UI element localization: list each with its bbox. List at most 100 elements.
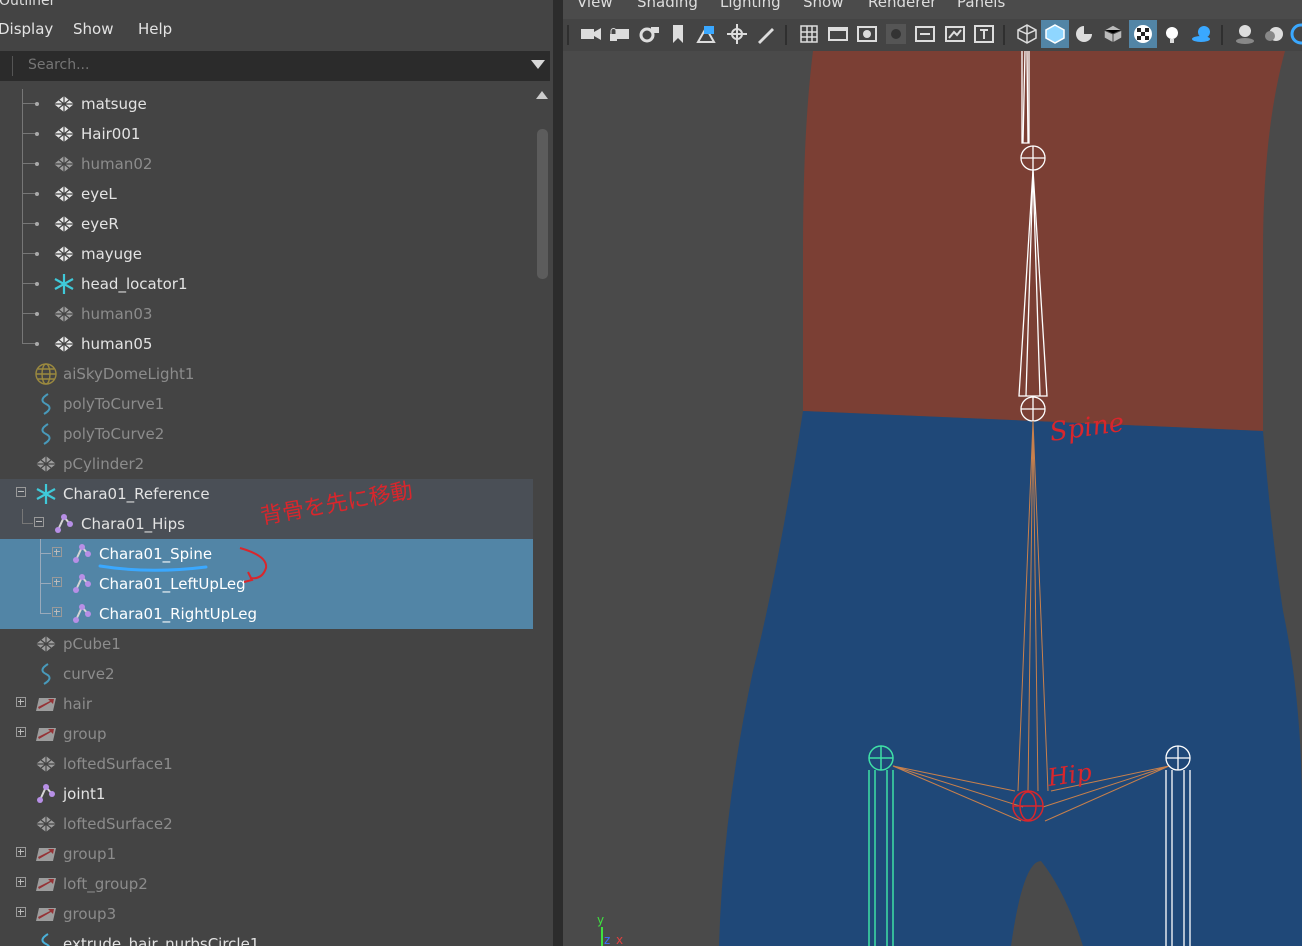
outliner-item-label: Chara01_LeftUpLeg (99, 575, 246, 593)
expand-plus-icon[interactable] (52, 547, 62, 557)
menu-view[interactable]: View (577, 0, 613, 11)
outliner-item-chara01-leftupleg[interactable]: Chara01_LeftUpLeg (0, 569, 533, 599)
tree-connector (22, 299, 23, 329)
outliner-item-label: eyeR (81, 215, 119, 233)
outliner-item-label: eyeL (81, 185, 117, 203)
outliner-item-eyel[interactable]: eyeL (0, 179, 533, 209)
expand-plus-icon[interactable] (52, 607, 62, 617)
outliner-item-chara01-rightupleg[interactable]: Chara01_RightUpLeg (0, 599, 533, 629)
outliner-scrollbar[interactable] (536, 89, 550, 944)
screen-space-ao-icon[interactable] (1233, 22, 1257, 46)
2d-pan-zoom-icon[interactable] (725, 22, 749, 46)
outliner-item-pcube1[interactable]: pCube1 (0, 629, 533, 659)
expand-plus-icon[interactable] (16, 727, 26, 737)
tree-node-dot (35, 282, 39, 286)
menu-display[interactable]: Display (0, 20, 53, 38)
collapse-minus-icon[interactable] (34, 517, 44, 527)
tree-connector (22, 343, 36, 344)
outliner-item-chara01-hips[interactable]: Chara01_Hips (0, 509, 533, 539)
outliner-item-eyer[interactable]: eyeR (0, 209, 533, 239)
outliner-item-loft-group2[interactable]: loft_group2 (0, 869, 533, 899)
expand-plus-icon[interactable] (16, 697, 26, 707)
tree-connector (22, 523, 33, 524)
outliner-item-mayuge[interactable]: mayuge (0, 239, 533, 269)
menu-show[interactable]: Show (73, 20, 113, 38)
use-all-lights-icon[interactable] (1160, 22, 1184, 46)
grid-icon[interactable] (797, 22, 821, 46)
scrollbar-thumb[interactable] (537, 129, 548, 279)
resolution-gate-icon[interactable] (855, 22, 879, 46)
motion-blur-icon[interactable] (1262, 22, 1286, 46)
camera-attributes-icon[interactable] (636, 22, 660, 46)
film-gate-icon[interactable] (826, 22, 850, 46)
tree-connector (22, 163, 36, 164)
outliner-item-head-locator1[interactable]: head_locator1 (0, 269, 533, 299)
gate-mask-icon[interactable] (884, 22, 908, 46)
group-icon (36, 908, 56, 921)
search-grip-handle[interactable] (0, 56, 13, 76)
menu-help[interactable]: Help (138, 20, 172, 38)
smooth-shade-icon[interactable] (1043, 22, 1067, 46)
expand-plus-icon[interactable] (52, 577, 62, 587)
outliner-item-extrude-hair-nurbscircle1[interactable]: extrude_hair_nurbsCircle1 (0, 929, 533, 946)
scroll-up-arrow-icon[interactable] (536, 91, 548, 99)
wireframe-icon[interactable] (1015, 22, 1039, 46)
axis-x-label: x (616, 933, 623, 946)
menu-renderer[interactable]: Renderer (868, 0, 936, 11)
grease-pencil-icon[interactable] (754, 22, 778, 46)
outliner-item-human03[interactable]: human03 (0, 299, 533, 329)
expand-plus-icon[interactable] (16, 847, 26, 857)
outliner-item-joint1[interactable]: joint1 (0, 779, 533, 809)
menu-panels[interactable]: Panels (957, 0, 1005, 11)
outliner-item-label: Chara01_RightUpLeg (99, 605, 257, 623)
outliner-item-label: hair (63, 695, 93, 713)
axis-z-label: z (604, 933, 610, 946)
outliner-item-hair001[interactable]: Hair001 (0, 119, 533, 149)
collapse-minus-icon[interactable] (16, 487, 26, 497)
lock-camera-icon[interactable] (608, 22, 632, 46)
outliner-item-label: curve2 (63, 665, 115, 683)
outliner-item-hair[interactable]: hair (0, 689, 533, 719)
outliner-item-chara01-spine[interactable]: Chara01_Spine (0, 539, 533, 569)
3d-scene[interactable]: Spine Hip y z x (563, 51, 1302, 946)
outliner-item-chara01-reference[interactable]: Chara01_Reference (0, 479, 533, 509)
outliner-item-loftedsurface2[interactable]: loftedSurface2 (0, 809, 533, 839)
outliner-item-group[interactable]: group (0, 719, 533, 749)
outliner-item-aiskydomelight1[interactable]: aiSkyDomeLight1 (0, 359, 533, 389)
menu-shading[interactable]: Shading (637, 0, 698, 11)
expand-plus-icon[interactable] (16, 877, 26, 887)
outliner-item-group3[interactable]: group3 (0, 899, 533, 929)
safe-action-icon[interactable] (943, 22, 967, 46)
outliner-item-matsuge[interactable]: matsuge (0, 89, 533, 119)
shadows-icon[interactable] (1189, 22, 1213, 46)
safe-title-icon[interactable] (972, 22, 996, 46)
pants-mesh (719, 411, 1302, 946)
bookmark-icon[interactable] (666, 22, 690, 46)
field-chart-icon[interactable] (913, 22, 937, 46)
menu-lighting[interactable]: Lighting (720, 0, 781, 11)
textured-icon[interactable] (1131, 22, 1155, 46)
outliner-item-group1[interactable]: group1 (0, 839, 533, 869)
expand-plus-icon[interactable] (16, 907, 26, 917)
panel-divider[interactable] (553, 0, 563, 946)
outliner-item-loftedsurface1[interactable]: loftedSurface1 (0, 749, 533, 779)
camera-icon[interactable] (579, 22, 603, 46)
anti-alias-icon[interactable] (1289, 22, 1302, 46)
mesh-icon (36, 756, 56, 772)
outliner-item-human05[interactable]: human05 (0, 329, 533, 359)
menu-show-viewport[interactable]: Show (803, 0, 843, 11)
outliner-item-human02[interactable]: human02 (0, 149, 533, 179)
outliner-item-label: pCube1 (63, 635, 121, 653)
tree-connector (22, 313, 36, 314)
outliner-item-polytocurve1[interactable]: polyToCurve1 (0, 389, 533, 419)
search-dropdown-icon[interactable] (531, 60, 545, 69)
image-plane-icon[interactable] (694, 22, 718, 46)
default-material-icon[interactable] (1072, 22, 1096, 46)
outliner-item-pcylinder2[interactable]: pCylinder2 (0, 449, 533, 479)
mesh-icon (54, 216, 74, 232)
wireframe-on-shaded-icon[interactable] (1101, 22, 1125, 46)
outliner-item-label: polyToCurve2 (63, 425, 165, 443)
outliner-item-curve2[interactable]: curve2 (0, 659, 533, 689)
search-input[interactable] (28, 54, 508, 76)
outliner-item-polytocurve2[interactable]: polyToCurve2 (0, 419, 533, 449)
